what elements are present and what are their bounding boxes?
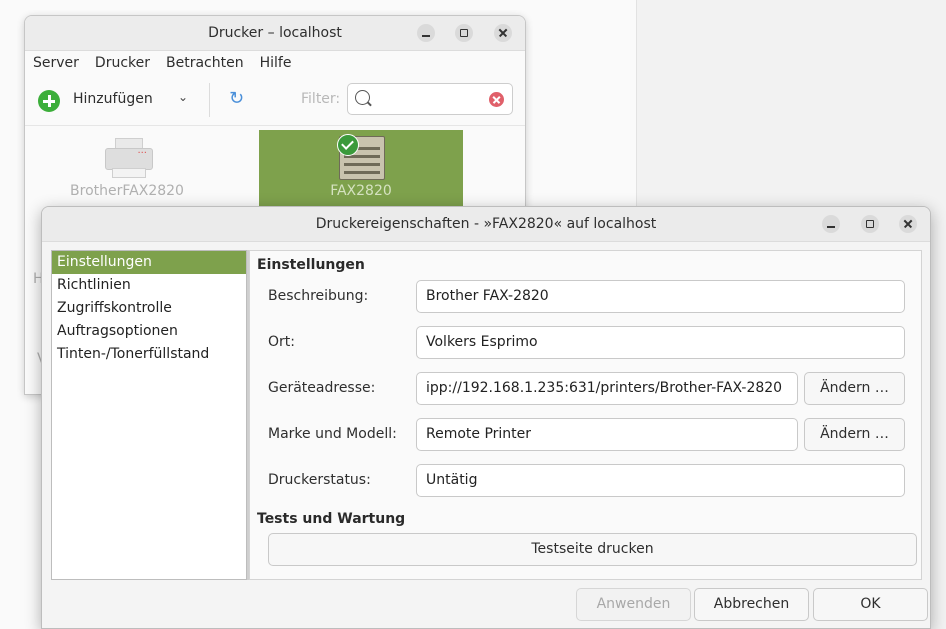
- printer-name: BrotherFAX2820: [70, 183, 184, 199]
- tests-header: Tests und Wartung: [257, 511, 406, 527]
- maximize-icon[interactable]: [861, 215, 879, 233]
- refresh-icon[interactable]: ↻: [229, 88, 244, 109]
- printer-status-field: Untätig: [416, 464, 905, 497]
- menubar: Server Drucker Betrachten Hilfe: [25, 51, 525, 75]
- menu-server[interactable]: Server: [33, 51, 79, 75]
- printer-status-label: Druckerstatus:: [268, 472, 371, 488]
- sidebar-item-policies[interactable]: Richtlinien: [52, 274, 246, 297]
- filter-label: Filter:: [301, 91, 341, 107]
- close-icon[interactable]: [899, 215, 917, 233]
- search-icon: [355, 90, 370, 105]
- printer-properties-dialog: Druckereigenschaften - »FAX2820« auf loc…: [41, 206, 931, 629]
- settings-sidebar: Einstellungen Richtlinien Zugriffskontro…: [51, 250, 247, 580]
- make-model-field[interactable]: Remote Printer: [416, 418, 798, 451]
- ok-button[interactable]: OK: [813, 588, 928, 621]
- clear-icon[interactable]: [489, 92, 504, 107]
- location-field[interactable]: Volkers Esprimo: [416, 326, 905, 359]
- window-title: Drucker – localhost: [208, 25, 342, 41]
- menu-help[interactable]: Hilfe: [260, 51, 292, 75]
- printers-window-titlebar[interactable]: Drucker – localhost: [25, 16, 525, 51]
- description-label: Beschreibung:: [268, 288, 369, 304]
- menu-printer[interactable]: Drucker: [95, 51, 150, 75]
- dialog-title: Druckereigenschaften - »FAX2820« auf loc…: [315, 216, 657, 232]
- settings-panel: Einstellungen Beschreibung: Brother FAX-…: [249, 250, 922, 580]
- sidebar-item-ink-toner[interactable]: Tinten-/Tonerfüllstand: [52, 343, 246, 366]
- sidebar-item-access-control[interactable]: Zugriffskontrolle: [52, 297, 246, 320]
- printer-icon: [105, 138, 153, 178]
- minimize-icon[interactable]: [417, 24, 435, 42]
- filter-input[interactable]: [347, 83, 513, 115]
- printer-name: FAX2820: [330, 183, 392, 199]
- cancel-button[interactable]: Abbrechen: [694, 588, 809, 621]
- change-make-model-button[interactable]: Ändern …: [804, 418, 905, 451]
- toolbar: Hinzufügen ⌄ ↻ Filter:: [25, 75, 525, 126]
- description-field[interactable]: Brother FAX-2820: [416, 280, 905, 313]
- sidebar-item-job-options[interactable]: Auftragsoptionen: [52, 320, 246, 343]
- location-label: Ort:: [268, 334, 295, 350]
- toolbar-separator: [209, 83, 210, 117]
- settings-header: Einstellungen: [257, 257, 365, 273]
- add-icon[interactable]: [38, 90, 60, 112]
- close-icon[interactable]: [494, 24, 512, 42]
- sidebar-item-settings[interactable]: Einstellungen: [52, 251, 246, 274]
- maximize-icon[interactable]: [455, 24, 473, 42]
- device-uri-field[interactable]: ipp://192.168.1.235:631/printers/Brother…: [416, 372, 798, 405]
- check-icon: [337, 134, 359, 156]
- make-model-label: Marke und Modell:: [268, 426, 397, 442]
- minimize-icon[interactable]: [822, 215, 840, 233]
- dialog-titlebar[interactable]: Druckereigenschaften - »FAX2820« auf loc…: [42, 207, 930, 242]
- device-uri-label: Geräteadresse:: [268, 380, 376, 396]
- menu-view[interactable]: Betrachten: [166, 51, 244, 75]
- apply-button[interactable]: Anwenden: [576, 588, 691, 621]
- add-button-label[interactable]: Hinzufügen: [73, 91, 153, 107]
- print-test-page-button[interactable]: Testseite drucken: [268, 533, 917, 566]
- change-device-uri-button[interactable]: Ändern …: [804, 372, 905, 405]
- chevron-down-icon[interactable]: ⌄: [178, 90, 188, 104]
